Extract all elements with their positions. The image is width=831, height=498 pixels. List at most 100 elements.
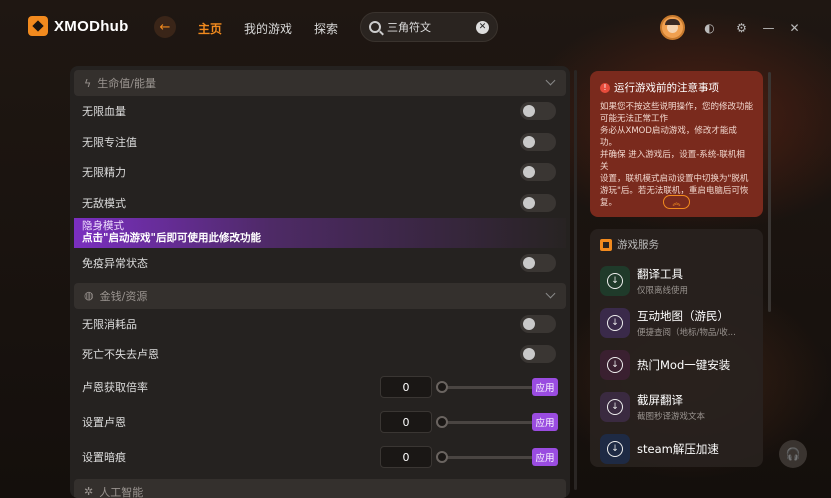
toggle-row: 无限血量 [70, 96, 570, 127]
toggle-switch[interactable] [520, 254, 556, 273]
service-icon: ↓ [600, 350, 630, 380]
notice-body: 如果您不按这些说明操作，您的修改功能 可能无法正常工作 务必从XMOD启动游戏，… [600, 101, 753, 209]
stealth-mode-title: 隐身模式 [82, 220, 124, 232]
avatar[interactable] [660, 15, 685, 40]
section-title: 人工智能 [99, 485, 144, 498]
toggle-label: 无限精力 [82, 166, 126, 180]
service-item[interactable]: ↓ 截屏翻译截图秒译游戏文本 [600, 386, 753, 428]
warning-icon: ! [600, 82, 610, 93]
notification-icon[interactable]: ◐ [703, 21, 716, 35]
input-label: 设置暗痕 [82, 451, 126, 464]
toggle-switch[interactable] [520, 193, 556, 212]
toggle-label: 无限专注值 [82, 135, 137, 149]
notice-header: ! 运行游戏前的注意事项 [600, 80, 753, 95]
service-item[interactable]: ↓ 热门Mod一键安装 [600, 344, 753, 386]
main-scrollbar[interactable] [574, 70, 577, 490]
cheat-panel: ϟ 生命值/能量 无限血量 无限专注值 无限精力 无敌模式 隐身模式 点击"启动… [70, 66, 570, 498]
toggle-row: 无限精力 [70, 157, 570, 188]
apply-button[interactable]: 应用 [532, 448, 558, 466]
apply-button[interactable]: 应用 [532, 378, 558, 396]
value-input[interactable]: 0 [380, 376, 432, 398]
service-name: 互动地图（游民） [637, 309, 729, 323]
download-icon: ↓ [607, 315, 623, 331]
slider-handle[interactable] [436, 381, 448, 393]
service-item[interactable]: ↓ 互动地图（游民） 便捷查阅（地标/物品/收... [600, 302, 753, 344]
toggle-switch[interactable] [520, 102, 556, 121]
chevron-up-icon: ︽ [672, 197, 681, 207]
download-icon: ↓ [607, 399, 623, 415]
service-icon: ↓ [600, 308, 630, 338]
section-vitals-header[interactable]: ϟ 生命值/能量 [74, 70, 566, 96]
toggle-label: 无限消耗品 [82, 317, 137, 331]
slider-handle[interactable] [436, 451, 448, 463]
logo-icon [28, 16, 48, 36]
toggle-row: 无限专注值 [70, 127, 570, 158]
logo[interactable]: XMODhub [28, 16, 129, 36]
notice-title: 运行游戏前的注意事项 [614, 82, 719, 94]
toggle-label: 无敌模式 [82, 196, 126, 210]
settings-icon[interactable]: ⚙ [735, 21, 748, 35]
section-title: 生命值/能量 [97, 77, 156, 90]
notice-line: 如果您不按这些说明操作，您的修改功能 [600, 102, 754, 112]
download-icon: ↓ [607, 357, 623, 373]
minimize-icon[interactable]: — [762, 21, 775, 35]
notice-line: 可能无法正常工作 [600, 114, 669, 124]
section-ai-header[interactable]: ✲ 人工智能 [74, 478, 566, 498]
coin-icon: ◍ [84, 289, 94, 302]
lightning-icon: ϟ [84, 76, 92, 90]
top-bar: XMODhub ← 主页 我的游戏 探索 三角符文 ✕ ◐ ⚙ — ✕ [0, 0, 831, 56]
service-subtitle: 截图秒译游戏文本 [637, 412, 706, 422]
search-box[interactable]: 三角符文 ✕ [360, 12, 498, 42]
service-subtitle: 便捷查阅（地标/物品/收... [637, 328, 736, 338]
apply-button[interactable]: 应用 [532, 413, 558, 431]
input-row: 卢恩获取倍率 0 应用 [70, 370, 570, 405]
services-header: 游戏服务 [600, 237, 753, 252]
service-name: 截屏翻译 [637, 393, 683, 407]
toggle-label: 免疫异常状态 [82, 257, 148, 271]
notice-line: 设置，联机模式启动设置中切换为"脱机 [600, 174, 749, 184]
service-name: 翻译工具 [637, 267, 683, 281]
input-label: 设置卢恩 [82, 416, 126, 429]
toggle-switch[interactable] [520, 345, 556, 364]
main-nav: 主页 我的游戏 探索 [198, 20, 338, 37]
toggle-row: 免疫异常状态 [70, 248, 570, 279]
service-name: steam解压加速 [637, 442, 719, 456]
download-icon: ↓ [607, 441, 623, 457]
chevron-down-icon [545, 75, 556, 86]
arrow-left-icon: ← [159, 19, 171, 35]
collapse-button[interactable]: ︽ [663, 195, 690, 209]
service-icon: ↓ [600, 266, 630, 296]
side-scrollbar[interactable] [768, 72, 771, 312]
toggle-row: 无敌模式 [70, 188, 570, 219]
input-label: 卢恩获取倍率 [82, 381, 148, 394]
nav-my-games[interactable]: 我的游戏 [244, 20, 292, 37]
nav-home[interactable]: 主页 [198, 20, 222, 37]
value-input[interactable]: 0 [380, 446, 432, 468]
toggle-switch[interactable] [520, 163, 556, 182]
headset-icon[interactable]: 🎧 [779, 440, 807, 468]
search-icon [369, 21, 381, 33]
ai-icon: ✲ [84, 485, 94, 498]
section-money-header[interactable]: ◍ 金钱/资源 [74, 282, 566, 309]
toggle-label: 死亡不失去卢恩 [82, 348, 159, 362]
toggle-row: 死亡不失去卢恩 [70, 339, 570, 370]
toggle-label: 无限血量 [82, 105, 126, 119]
close-icon[interactable]: ✕ [788, 21, 801, 35]
stealth-mode-row[interactable]: 隐身模式 点击"启动游戏"后即可使用此修改功能 [74, 218, 566, 248]
section-title: 金钱/资源 [99, 289, 148, 303]
search-input[interactable]: 三角符文 [387, 19, 470, 35]
chevron-down-icon [545, 288, 556, 298]
service-item[interactable]: ↓ steam解压加速 [600, 428, 753, 470]
clear-search-icon[interactable]: ✕ [476, 20, 489, 34]
value-input[interactable]: 0 [380, 411, 432, 433]
back-button[interactable]: ← [154, 16, 176, 38]
notice-line: 并确保 进入游戏后，设置-系统-联机相关 [600, 150, 745, 172]
toggle-switch[interactable] [520, 314, 556, 333]
slider-handle[interactable] [436, 416, 448, 428]
services-title: 游戏服务 [617, 239, 659, 251]
nav-explore[interactable]: 探索 [314, 20, 338, 37]
stealth-mode-note: 点击"启动游戏"后即可使用此修改功能 [82, 232, 261, 244]
service-item[interactable]: ↓ 翻译工具仅限离线使用 [600, 260, 753, 302]
toggle-switch[interactable] [520, 132, 556, 151]
service-subtitle: 仅限离线使用 [637, 286, 689, 296]
